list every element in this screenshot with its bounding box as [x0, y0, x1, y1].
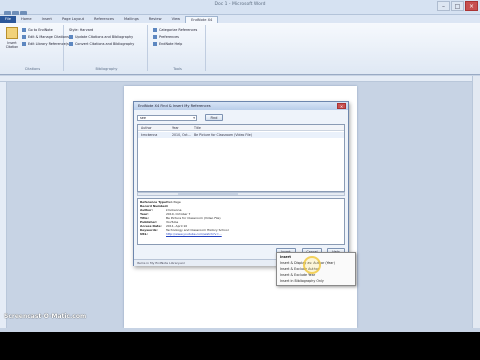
- edit-manage-citations-label: Edit & Manage Citations: [28, 35, 69, 39]
- tab-view[interactable]: View: [167, 16, 186, 23]
- citations-group-label: Citations: [24, 67, 41, 71]
- dialog-close-button[interactable]: ×: [337, 103, 346, 109]
- tab-home[interactable]: Home: [16, 16, 37, 23]
- vertical-ruler: [0, 82, 7, 328]
- detail-label: URL:: [140, 232, 148, 236]
- title-bar: Doc 1 - Microsoft Word – □ ×: [0, 0, 480, 18]
- horizontal-scrollbar[interactable]: [137, 192, 345, 196]
- tab-endnote[interactable]: EndNote X4: [185, 16, 219, 23]
- row-year: 2010, Oct...: [172, 133, 191, 137]
- endnote-help-label: EndNote Help: [159, 42, 183, 46]
- update-citations-button[interactable]: Update Citations and Bibliography: [69, 34, 133, 40]
- edit-icon: [22, 35, 26, 39]
- update-citations-label: Update Citations and Bibliography: [75, 35, 134, 39]
- recorder-watermark: Screencast-O-Matic.com: [4, 313, 87, 320]
- row-author: kmckenna: [141, 133, 158, 137]
- tools-group-label: Tools: [173, 67, 182, 71]
- reference-details: Reference Type:Web Page Record Number:4 …: [137, 198, 345, 245]
- maximize-button[interactable]: □: [451, 1, 464, 11]
- edit-manage-citations-button[interactable]: Edit & Manage Citations: [22, 34, 69, 40]
- preferences-icon: [153, 35, 157, 39]
- table-row[interactable]: kmckenna 2010, Oct... Be Picture for Cla…: [138, 132, 344, 138]
- edit-library-reference-button[interactable]: Edit Library Reference(s): [22, 41, 70, 47]
- scroll-thumb[interactable]: [178, 193, 238, 195]
- bibliography-group-label: Bibliography: [95, 67, 118, 71]
- convert-citations-button[interactable]: Convert Citations and Bibliography: [69, 41, 134, 47]
- edit-library-reference-label: Edit Library Reference(s): [28, 42, 71, 46]
- menu-item-insert-bibliography-only[interactable]: Insert in Bibliography Only: [280, 278, 324, 284]
- ribbon-tabs: File Home Insert Page Layout References …: [0, 15, 480, 23]
- tab-mailings[interactable]: Mailings: [119, 16, 144, 23]
- detail-line: URL: http://www.youtube.com/watch?v=...: [140, 232, 222, 236]
- tab-review[interactable]: Review: [144, 16, 167, 23]
- ribbon: Insert Citation Go to EndNote Edit & Man…: [0, 23, 480, 75]
- insert-citation-label: Insert Citation: [5, 41, 19, 49]
- horizontal-ruler: [0, 76, 480, 82]
- column-year[interactable]: Year: [172, 125, 179, 131]
- column-title[interactable]: Title: [194, 125, 201, 131]
- update-icon: [69, 35, 73, 39]
- library-icon: [22, 42, 26, 46]
- word-window: Doc 1 - Microsoft Word – □ × File Home I…: [0, 0, 480, 328]
- style-label: Style: Harvard: [69, 28, 94, 32]
- results-header: Author Year Title: [138, 125, 344, 131]
- go-to-endnote-button[interactable]: Go to EndNote: [22, 27, 53, 33]
- detail-value: Web Page: [166, 200, 181, 204]
- find-insert-dialog: EndNote X4 Find & Insert My References ×…: [133, 101, 349, 266]
- chevron-down-icon[interactable]: ▾: [193, 116, 195, 121]
- ribbon-group-tools: Categorize References Preferences EndNot…: [150, 25, 206, 71]
- convert-citations-label: Convert Citations and Bibliography: [75, 42, 135, 46]
- ribbon-group-bibliography: Style: Harvard Update Citations and Bibl…: [66, 25, 148, 71]
- column-author[interactable]: Author: [141, 125, 152, 131]
- endnote-help-button[interactable]: EndNote Help: [153, 41, 182, 47]
- insert-citation-button[interactable]: Insert Citation: [4, 27, 20, 55]
- results-list: Author Year Title kmckenna 2010, Oct... …: [137, 124, 345, 192]
- tab-file[interactable]: File: [0, 16, 17, 23]
- convert-icon: [69, 42, 73, 46]
- cursor-highlight: [303, 256, 321, 274]
- categorize-icon: [153, 28, 157, 32]
- dialog-title: EndNote X4 Find & Insert My References: [134, 102, 348, 110]
- minimize-button[interactable]: –: [437, 1, 450, 11]
- endnote-icon: [22, 28, 26, 32]
- url-link[interactable]: http://www.youtube.com/watch?v=...: [166, 232, 222, 236]
- go-to-endnote-label: Go to EndNote: [28, 28, 53, 32]
- vertical-scrollbar[interactable]: [472, 76, 480, 328]
- tab-references[interactable]: References: [89, 16, 119, 23]
- row-title: Be Picture for Classroom (Video File): [194, 133, 252, 137]
- tab-page-layout[interactable]: Page Layout: [57, 16, 89, 23]
- ribbon-group-citations: Insert Citation Go to EndNote Edit & Man…: [2, 25, 70, 71]
- categorize-references-button[interactable]: Categorize References: [153, 27, 197, 33]
- preferences-button[interactable]: Preferences: [153, 34, 179, 40]
- insert-citation-icon: [6, 27, 18, 39]
- style-select[interactable]: Style: Harvard: [69, 27, 93, 33]
- search-input[interactable]: see ▾: [137, 115, 197, 121]
- categorize-label: Categorize References: [159, 28, 198, 32]
- window-controls: – □ ×: [436, 1, 478, 12]
- tab-insert[interactable]: Insert: [37, 16, 57, 23]
- black-bar: [0, 332, 480, 360]
- close-button[interactable]: ×: [465, 1, 478, 11]
- screen: Doc 1 - Microsoft Word – □ × File Home I…: [0, 0, 480, 360]
- find-button[interactable]: Find: [205, 114, 223, 121]
- search-value: see: [140, 116, 146, 120]
- window-title: Doc 1 - Microsoft Word: [214, 2, 266, 7]
- preferences-label: Preferences: [159, 35, 179, 39]
- help-icon: [153, 42, 157, 46]
